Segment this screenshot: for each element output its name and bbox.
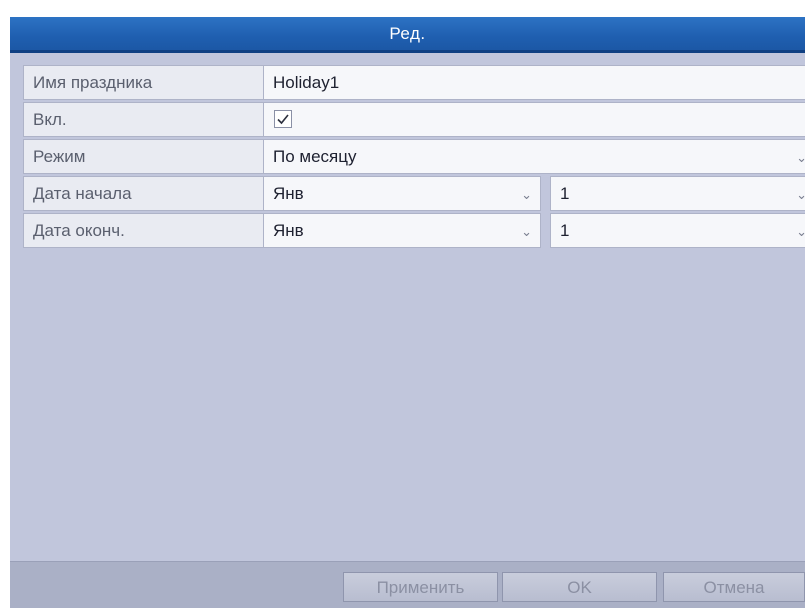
row-holiday-name: Имя праздника Holiday1 [23,65,805,102]
enable-cell [263,102,805,137]
edit-holiday-dialog: Ред. Имя праздника Holiday1 Вкл. Режим П… [10,17,805,608]
end-day-select[interactable]: 1 ⌄ [550,213,805,248]
cancel-button[interactable]: Отмена [663,572,805,602]
chevron-down-icon: ⌄ [796,150,805,165]
dialog-title: Ред. [10,17,805,53]
row-start-date: Дата начала Янв ⌄ 1 ⌄ [23,176,805,213]
end-date-label: Дата оконч. [23,213,265,248]
start-month-select[interactable]: Янв ⌄ [263,176,541,211]
start-day-select[interactable]: 1 ⌄ [550,176,805,211]
row-mode: Режим По месяцу ⌄ [23,139,805,176]
start-day-value: 1 [560,184,570,203]
dialog-footer: Применить OK Отмена [10,561,805,608]
holiday-name-label: Имя праздника [23,65,265,100]
chevron-down-icon: ⌄ [796,224,805,239]
mode-label: Режим [23,139,265,174]
start-date-label: Дата начала [23,176,265,211]
holiday-form: Имя праздника Holiday1 Вкл. Режим По мес… [23,65,805,250]
apply-button[interactable]: Применить [343,572,498,602]
row-end-date: Дата оконч. Янв ⌄ 1 ⌄ [23,213,805,250]
checkmark-icon [277,114,289,125]
end-month-select[interactable]: Янв ⌄ [263,213,541,248]
start-month-value: Янв [273,184,304,203]
end-month-value: Янв [273,221,304,240]
ok-button[interactable]: OK [502,572,657,602]
chevron-down-icon: ⌄ [521,187,532,202]
holiday-name-input[interactable]: Holiday1 [263,65,805,100]
end-day-value: 1 [560,221,570,240]
chevron-down-icon: ⌄ [796,187,805,202]
row-enable: Вкл. [23,102,805,139]
enable-checkbox[interactable] [274,110,292,128]
enable-label: Вкл. [23,102,265,137]
mode-value: По месяцу [273,147,357,166]
mode-select[interactable]: По месяцу ⌄ [263,139,805,174]
chevron-down-icon: ⌄ [521,224,532,239]
